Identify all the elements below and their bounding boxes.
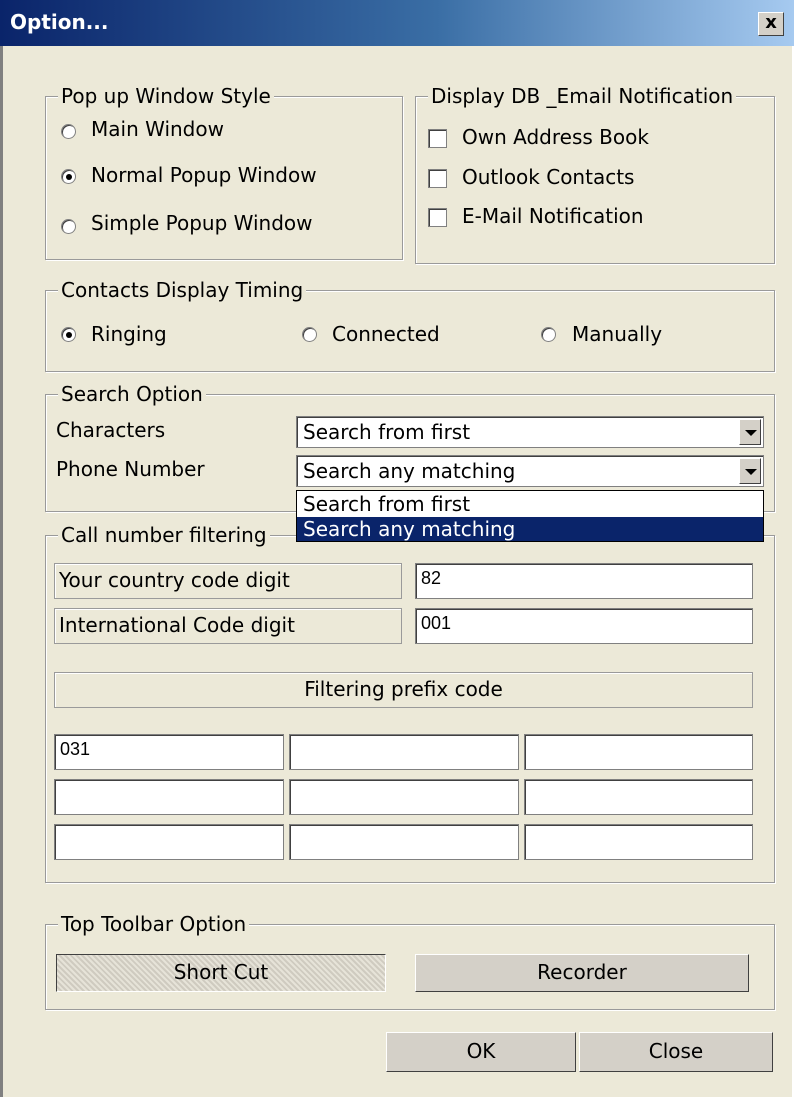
checkbox-outlook-contacts[interactable]	[428, 169, 447, 188]
radio-selected-dot	[66, 174, 72, 180]
phone-number-label: Phone Number	[56, 457, 205, 481]
prefix-code-input[interactable]	[289, 779, 519, 815]
checkbox-email-notification[interactable]	[428, 208, 447, 227]
radio-selected-dot	[66, 332, 72, 338]
checkbox-own-address-book[interactable]	[428, 129, 447, 148]
prefix-code-input[interactable]	[54, 824, 284, 860]
prefix-code-input[interactable]	[524, 779, 753, 815]
display-timing-legend: Contacts Display Timing	[58, 277, 307, 303]
radio-normal-popup[interactable]	[61, 169, 76, 184]
title-bar[interactable]: Option... x	[0, 0, 794, 46]
short-cut-button[interactable]: Short Cut	[56, 954, 386, 992]
call-filtering-legend: Call number filtering	[58, 522, 270, 548]
radio-manually-label: Manually	[572, 322, 663, 346]
chevron-down-icon	[745, 469, 757, 475]
characters-select-value: Search from first	[303, 420, 471, 444]
dropdown-option-search-from-first[interactable]: Search from first	[297, 492, 763, 516]
close-label: Close	[648, 1039, 704, 1063]
short-cut-label: Short Cut	[173, 960, 269, 984]
radio-main-window[interactable]	[61, 124, 76, 139]
phone-number-dropdown-button[interactable]	[739, 458, 761, 484]
prefix-code-input[interactable]	[289, 734, 519, 770]
popup-style-legend: Pop up Window Style	[58, 83, 274, 109]
chevron-down-icon	[745, 430, 757, 436]
own-address-book-label: Own Address Book	[462, 125, 649, 149]
characters-dropdown-button[interactable]	[739, 419, 761, 445]
characters-select[interactable]: Search from first	[296, 416, 764, 448]
search-option-legend: Search Option	[58, 381, 206, 407]
toolbar-option-legend: Top Toolbar Option	[58, 911, 250, 937]
radio-manually[interactable]	[541, 327, 556, 342]
prefix-code-header: Filtering prefix code	[54, 672, 753, 708]
radio-normal-popup-label: Normal Popup Window	[91, 163, 317, 187]
prefix-code-input[interactable]	[524, 824, 753, 860]
prefix-code-input[interactable]	[524, 734, 753, 770]
characters-label: Characters	[56, 418, 166, 442]
radio-ringing[interactable]	[61, 327, 76, 342]
recorder-label: Recorder	[537, 960, 627, 984]
intl-code-input[interactable]: 001	[415, 608, 753, 644]
radio-main-window-label: Main Window	[91, 117, 224, 141]
dropdown-option-search-any-matching[interactable]: Search any matching	[297, 517, 763, 541]
recorder-button[interactable]: Recorder	[415, 954, 749, 992]
radio-ringing-label: Ringing	[91, 322, 167, 346]
ok-button[interactable]: OK	[386, 1032, 576, 1072]
close-button[interactable]: Close	[579, 1032, 773, 1072]
phone-number-select[interactable]: Search any matching	[296, 455, 764, 487]
radio-simple-popup[interactable]	[61, 219, 76, 234]
outlook-contacts-label: Outlook Contacts	[462, 165, 635, 189]
radio-connected[interactable]	[302, 327, 317, 342]
display-db-legend: Display DB _Email Notification	[428, 83, 737, 109]
close-window-button[interactable]: x	[758, 12, 784, 36]
ok-label: OK	[466, 1039, 496, 1063]
close-icon: x	[765, 12, 777, 33]
email-notification-label: E-Mail Notification	[462, 204, 644, 228]
radio-connected-label: Connected	[332, 322, 440, 346]
window-title: Option...	[10, 10, 109, 34]
phone-number-select-value: Search any matching	[303, 459, 516, 483]
country-code-input[interactable]: 82	[415, 563, 753, 599]
intl-code-label: International Code digit	[54, 608, 402, 644]
radio-simple-popup-label: Simple Popup Window	[91, 211, 313, 235]
country-code-label: Your country code digit	[54, 563, 402, 599]
prefix-code-input[interactable]	[54, 779, 284, 815]
phone-number-dropdown-list[interactable]: Search from first Search any matching	[296, 490, 764, 542]
prefix-code-input[interactable]: 031	[54, 734, 284, 770]
prefix-code-input[interactable]	[289, 824, 519, 860]
